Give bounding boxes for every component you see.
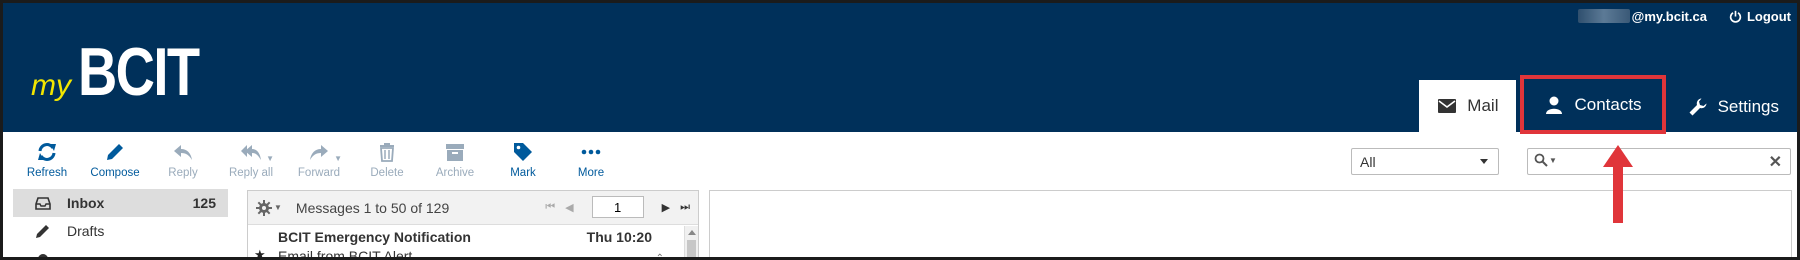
mark-button[interactable]: Mark: [489, 139, 557, 183]
inbox-icon: [35, 197, 51, 210]
mark-label: Mark: [510, 167, 536, 179]
list-options-caret-icon: ▼: [274, 203, 282, 212]
search-input[interactable]: [1560, 152, 1760, 172]
reply-all-dropdown-icon[interactable]: ▼: [266, 154, 274, 163]
envelope-icon: [1438, 99, 1457, 113]
page-number-input[interactable]: [591, 196, 644, 218]
filter-value: All: [1360, 154, 1376, 170]
mail-search-box: ▼ ✕: [1527, 148, 1791, 175]
logout-label: Logout: [1746, 8, 1791, 24]
wrench-icon: [1689, 98, 1707, 116]
message-date: Thu 10:20: [586, 229, 652, 245]
browser-frame: my BCIT @my.bcit.ca Logout Mail Contacts…: [0, 0, 1800, 260]
delete-button[interactable]: Delete: [353, 139, 421, 183]
compose-label: Compose: [90, 167, 140, 179]
trash-icon: [380, 143, 394, 162]
mail-toolbar: Refresh Compose Reply ▼ Reply all ▼ Forw…: [13, 139, 625, 183]
search-icon: [1534, 153, 1548, 167]
search-options-caret-icon: ▼: [1549, 155, 1557, 165]
folder-drafts[interactable]: Drafts: [13, 217, 228, 245]
archive-label: Archive: [435, 167, 475, 179]
archive-button[interactable]: Archive: [421, 139, 489, 183]
pencil-icon: [36, 225, 49, 238]
more-label: More: [577, 167, 605, 179]
folder-inbox-label: Inbox: [67, 195, 105, 211]
clear-search-icon[interactable]: ✕: [1769, 152, 1782, 172]
ellipsis-icon: [581, 149, 601, 155]
scrollbar-thumb[interactable]: [687, 240, 696, 257]
message-filter-select[interactable]: All: [1351, 148, 1499, 175]
message-subject: Email from BCIT Alert: [278, 248, 413, 260]
annotation-arrow-icon: [1603, 145, 1633, 223]
forward-dropdown-icon[interactable]: ▼: [334, 154, 342, 163]
logout-link[interactable]: Logout: [1729, 9, 1791, 24]
tab-contacts[interactable]: Contacts: [1520, 75, 1666, 134]
main-tabs: Mail Contacts Settings: [1419, 75, 1797, 134]
tab-contacts-label: Contacts: [1574, 94, 1642, 114]
app-header: my BCIT @my.bcit.ca Logout Mail Contacts…: [3, 3, 1797, 134]
logo-my-text: my: [31, 69, 71, 102]
reply-button[interactable]: Reply: [149, 139, 217, 183]
message-list-header: ▼ Messages 1 to 50 of 129 ⏮ ◀ ▶ ⏭: [248, 191, 698, 225]
compose-button[interactable]: Compose: [81, 139, 149, 183]
folder-drafts-label: Drafts: [67, 223, 105, 239]
forward-icon: [310, 145, 328, 160]
reply-all-label: Reply all: [228, 167, 274, 179]
person-icon: [1546, 96, 1563, 114]
list-options-button[interactable]: ▼: [256, 199, 282, 216]
folder-list: Inbox 125 Drafts: [13, 189, 228, 257]
reply-all-icon: [241, 145, 261, 160]
redacted-username: [1577, 9, 1630, 23]
refresh-label: Refresh: [26, 167, 68, 179]
last-page-icon[interactable]: ⏭: [680, 201, 690, 214]
user-email-domain: @my.bcit.ca: [1631, 8, 1707, 24]
list-item[interactable]: BCIT Emergency Notification Thu 10:20 ★ …: [248, 225, 698, 260]
pencil-icon: [107, 144, 123, 160]
folder-icon: [38, 254, 48, 257]
message-count-summary: Messages 1 to 50 of 129: [295, 199, 450, 216]
logo-bcit-text: BCIT: [78, 34, 200, 110]
refresh-button[interactable]: Refresh: [13, 139, 81, 183]
search-options-button[interactable]: ▼: [1534, 153, 1557, 167]
delete-label: Delete: [370, 167, 404, 179]
thread-toggle-icon[interactable]: ⌃: [656, 253, 664, 257]
tab-mail[interactable]: Mail: [1419, 80, 1517, 132]
reply-icon: [174, 145, 192, 160]
previous-page-icon[interactable]: ◀: [565, 201, 573, 214]
tab-settings-label: Settings: [1717, 97, 1779, 116]
tag-icon: [514, 143, 532, 161]
folder-next-partial[interactable]: [13, 245, 228, 257]
folder-inbox[interactable]: Inbox 125: [13, 189, 228, 217]
more-button[interactable]: More: [557, 139, 625, 183]
refresh-icon: [38, 143, 56, 161]
chevron-down-icon: [1480, 159, 1488, 164]
first-page-icon[interactable]: ⏮: [545, 201, 555, 214]
archive-icon: [446, 144, 464, 161]
reply-all-button[interactable]: ▼ Reply all: [217, 139, 285, 183]
gear-icon: [256, 199, 272, 216]
message-list: ▼ Messages 1 to 50 of 129 ⏮ ◀ ▶ ⏭ BCIT E…: [247, 190, 699, 260]
folder-inbox-count: 125: [192, 195, 216, 211]
forward-button[interactable]: ▼ Forward: [285, 139, 353, 183]
message-list-scrollbar[interactable]: [684, 226, 698, 257]
power-icon: [1729, 10, 1742, 23]
next-page-icon[interactable]: ▶: [662, 201, 670, 214]
tab-settings[interactable]: Settings: [1670, 82, 1797, 132]
pagination: ⏮ ◀ ▶ ⏭: [545, 196, 690, 218]
user-bar: @my.bcit.ca Logout: [1577, 7, 1791, 25]
flag-star-icon[interactable]: ★: [254, 247, 266, 257]
tab-mail-label: Mail: [1467, 96, 1499, 115]
forward-label: Forward: [297, 167, 341, 179]
reply-label: Reply: [168, 167, 198, 179]
scroll-up-icon[interactable]: [688, 230, 696, 235]
